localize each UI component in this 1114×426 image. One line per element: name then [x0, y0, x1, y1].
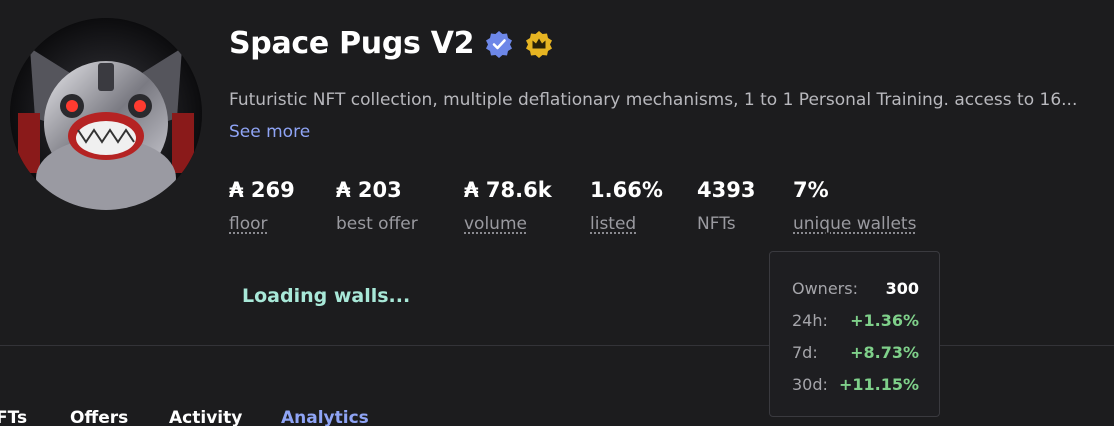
popover-row-24h: 24h: +1.36%: [792, 311, 919, 330]
stat-unique-wallets-label[interactable]: unique wallets: [793, 214, 916, 234]
stat-best-offer-value: ₳ 203: [336, 178, 402, 202]
stat-best-offer: ₳ 203 best offer: [336, 178, 418, 234]
verified-badge-icon: [484, 29, 514, 59]
tab-offers[interactable]: Offers: [70, 408, 128, 426]
stat-nfts-value: 4393: [697, 178, 756, 202]
unique-wallets-popover: Owners: 300 24h: +1.36% 7d: +8.73% 30d: …: [769, 251, 940, 417]
24h-value: +1.36%: [850, 311, 919, 330]
stat-unique-wallets-value: 7%: [793, 178, 829, 202]
popover-row-30d: 30d: +11.15%: [792, 375, 919, 394]
stat-volume-label[interactable]: volume: [464, 214, 552, 234]
collection-avatar: [10, 18, 202, 210]
30d-value: +11.15%: [838, 375, 919, 394]
stat-volume-value: ₳ 78.6k: [464, 178, 552, 202]
7d-value: +8.73%: [850, 343, 919, 362]
stat-listed-label[interactable]: listed: [590, 214, 663, 234]
crown-badge-icon: [524, 29, 554, 59]
owners-label: Owners:: [792, 279, 858, 298]
stat-volume: ₳ 78.6k volume: [464, 178, 552, 234]
stat-nfts: 4393 NFTs: [697, 178, 755, 234]
7d-label: 7d:: [792, 343, 818, 362]
collection-description: Futuristic NFT collection, multiple defl…: [229, 90, 1078, 110]
owners-value: 300: [885, 279, 919, 298]
popover-row-7d: 7d: +8.73%: [792, 343, 919, 362]
see-more-link[interactable]: See more: [229, 122, 310, 142]
tab-analytics[interactable]: Analytics: [281, 408, 369, 426]
30d-label: 30d:: [792, 375, 828, 394]
stat-unique-wallets: 7% unique wallets: [793, 178, 916, 234]
tab-nfts[interactable]: FTs: [0, 408, 27, 426]
stat-listed-value: 1.66%: [590, 178, 663, 202]
stat-listed: 1.66% listed: [590, 178, 663, 234]
popover-row-owners: Owners: 300: [792, 279, 919, 298]
collection-title: Space Pugs V2: [229, 26, 475, 61]
stat-nfts-label: NFTs: [697, 214, 736, 234]
tab-activity[interactable]: Activity: [169, 408, 242, 426]
24h-label: 24h:: [792, 311, 828, 330]
stat-floor-label[interactable]: floor: [229, 214, 295, 234]
header-divider: [0, 345, 1114, 346]
stat-floor-value: ₳ 269: [229, 178, 295, 202]
stat-floor: ₳ 269 floor: [229, 178, 295, 234]
loading-walls-text: Loading walls...: [242, 285, 411, 307]
stat-best-offer-label: best offer: [336, 214, 418, 234]
collection-header: Space Pugs V2: [229, 26, 554, 61]
